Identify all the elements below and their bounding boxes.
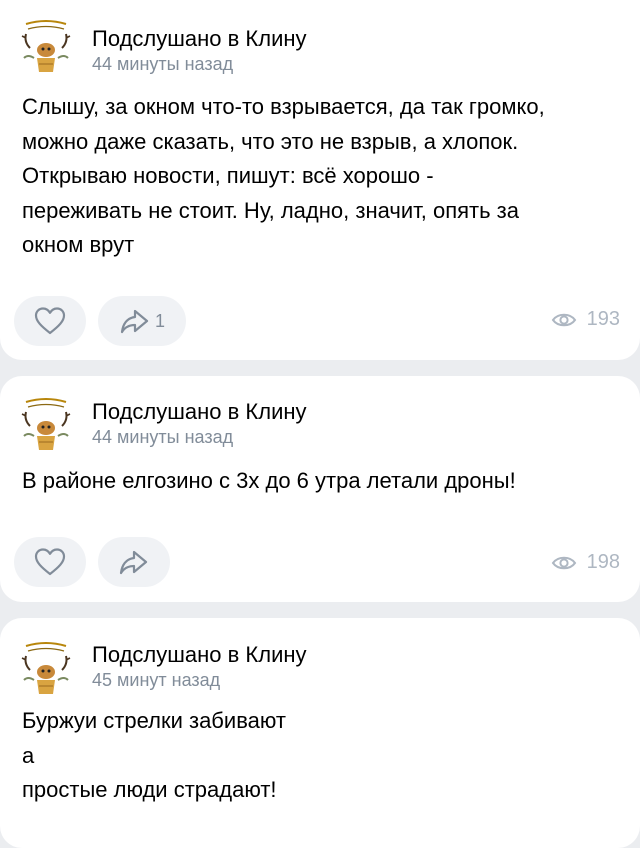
views-counter: 198 — [551, 551, 620, 574]
post-card: Подслушано в Клину 44 минуты назад Слышу… — [0, 0, 640, 360]
community-avatar[interactable] — [18, 396, 74, 452]
post-card: Подслушано в Клину 44 минуты назад В рай… — [0, 376, 640, 602]
post-time[interactable]: 45 минут назад — [92, 670, 220, 691]
post-text: В районе елгозино с 3х до 6 утра летали … — [22, 468, 516, 493]
community-avatar[interactable] — [18, 640, 74, 696]
post-text: Слышу, за окном что-то взрывается, да та… — [22, 94, 545, 257]
like-button[interactable] — [14, 296, 86, 346]
views-count: 198 — [586, 551, 620, 573]
share-button[interactable] — [98, 537, 170, 587]
share-count: 1 — [154, 310, 165, 331]
eye-icon — [551, 553, 577, 573]
heart-outline-icon — [34, 547, 66, 577]
post-author[interactable]: Подслушано в Клину — [92, 26, 307, 52]
eye-icon — [551, 310, 577, 330]
heart-outline-icon — [34, 306, 66, 336]
post-author[interactable]: Подслушано в Клину — [92, 399, 307, 425]
share-button[interactable]: 1 — [98, 296, 186, 346]
views-counter: 193 — [551, 308, 620, 331]
post-card: Подслушано в Клину 45 минут назад Буржуи… — [0, 618, 640, 848]
community-avatar[interactable] — [18, 18, 74, 74]
post-text: Буржуи стрелки забивают а простые люди с… — [22, 708, 286, 802]
like-button[interactable] — [14, 537, 86, 587]
post-time[interactable]: 44 минуты назад — [92, 427, 233, 448]
share-arrow-icon — [119, 307, 151, 335]
share-arrow-icon — [118, 548, 150, 576]
post-time[interactable]: 44 минуты назад — [92, 54, 233, 75]
views-count: 193 — [586, 308, 620, 330]
post-author[interactable]: Подслушано в Клину — [92, 642, 307, 668]
